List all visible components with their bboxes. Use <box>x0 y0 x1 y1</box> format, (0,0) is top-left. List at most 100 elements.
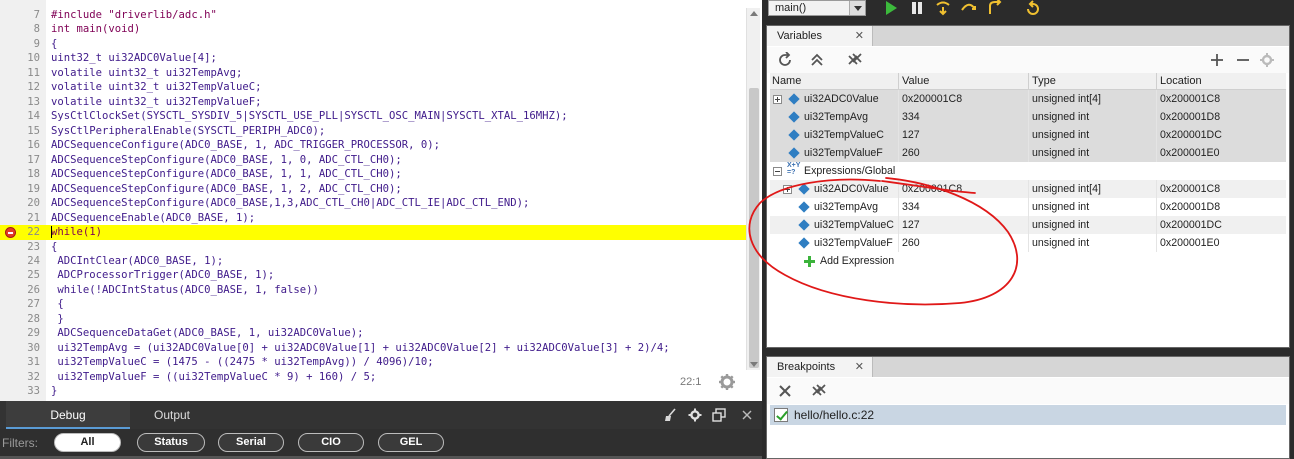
code-line[interactable]: 22 while(1) <box>0 225 746 240</box>
code-line[interactable]: 8 int main(void) <box>0 22 746 36</box>
add-expression-label[interactable]: Add Expression <box>820 252 894 270</box>
column-type[interactable]: Type <box>1032 75 1056 87</box>
remove-all-icon[interactable] <box>811 383 827 399</box>
code-line[interactable]: 17 ADCSequenceStepConfigure(ADC0_BASE, 1,… <box>0 153 746 167</box>
close-icon[interactable] <box>740 408 754 422</box>
variable-row[interactable]: ui32TempValueC 127 unsigned int 0x200001DC <box>770 126 1286 144</box>
variable-type: unsigned int <box>1032 147 1090 159</box>
line-number: 13 <box>27 95 40 108</box>
variable-value[interactable]: 127 <box>902 216 1026 234</box>
variable-value[interactable]: 0x200001C8 <box>902 90 1026 108</box>
gear-icon[interactable] <box>688 408 702 422</box>
code-line[interactable]: 26 while(!ADCIntStatus(ADC0_BASE, 1, fal… <box>0 283 746 297</box>
collapse-all-icon[interactable] <box>809 52 825 68</box>
column-location[interactable]: Location <box>1160 75 1202 87</box>
suspend-icon[interactable] <box>908 0 926 16</box>
maximize-icon[interactable] <box>712 408 726 422</box>
variable-row[interactable]: ui32TempValueF 260 unsigned int 0x200001E0 <box>770 234 1286 252</box>
code-line[interactable]: 20 ADCSequenceStepConfigure(ADC0_BASE,1,3… <box>0 196 746 210</box>
variable-icon <box>798 237 810 249</box>
variable-row[interactable]: ui32TempValueF 260 unsigned int 0x200001E0 <box>770 144 1286 162</box>
refresh-icon[interactable] <box>777 52 793 68</box>
close-icon[interactable]: ✕ <box>855 357 864 377</box>
code-line[interactable]: 21 ADCSequenceEnable(ADC0_BASE, 1); <box>0 211 746 225</box>
code-line[interactable]: 19 ADCSequenceStepConfigure(ADC0_BASE, 1,… <box>0 182 746 196</box>
column-name[interactable]: Name <box>772 75 801 87</box>
code-line[interactable]: 25 ADCProcessorTrigger(ADC0_BASE, 1); <box>0 268 746 282</box>
variable-value[interactable]: 0x200001C8 <box>902 180 1026 198</box>
code-line[interactable]: 31 ui32TempValueC = (1475 - ((2475 * ui3… <box>0 355 746 369</box>
code-line[interactable]: 11 volatile uint32_t ui32TempAvg; <box>0 66 746 80</box>
remove-all-icon[interactable] <box>847 52 863 68</box>
minus-icon[interactable] <box>1235 52 1251 68</box>
resume-icon[interactable] <box>882 0 900 16</box>
tab-debug[interactable]: Debug <box>6 401 130 429</box>
variable-value[interactable]: 334 <box>902 198 1026 216</box>
variable-row[interactable]: ui32TempAvg 334 unsigned int 0x200001D8 <box>770 108 1286 126</box>
breakpoint-item[interactable]: hello/hello.c:22 <box>770 405 1286 425</box>
filter-gel-button[interactable]: GEL <box>378 433 444 452</box>
chevron-down-icon[interactable] <box>849 1 865 15</box>
code-line[interactable]: 9{ <box>0 37 746 51</box>
context-select[interactable]: main() <box>768 0 866 16</box>
expressions-group-row[interactable]: X+Y =? Expressions/Global <box>770 162 1286 180</box>
filter-serial-button[interactable]: Serial <box>218 433 284 452</box>
filter-status-button[interactable]: Status <box>137 433 205 452</box>
variable-value[interactable]: 334 <box>902 108 1026 126</box>
tab-output[interactable]: Output <box>124 401 220 429</box>
variable-value[interactable]: 260 <box>902 144 1026 162</box>
column-value[interactable]: Value <box>902 75 929 87</box>
code-line[interactable]: 23 { <box>0 240 746 254</box>
variable-row[interactable]: ui32ADC0Value 0x200001C8 unsigned int[4] 0x… <box>770 90 1286 108</box>
close-icon[interactable]: ✕ <box>855 26 864 46</box>
variable-value[interactable]: 260 <box>902 234 1026 252</box>
code-line[interactable]: 10 uint32_t ui32ADC0Value[4]; <box>0 51 746 65</box>
code-line[interactable]: 14 SysCtlClockSet(SYSCTL_SYSDIV_5|SYSCTL_… <box>0 109 746 123</box>
tab-breakpoints[interactable]: Breakpoints ✕ <box>767 357 873 377</box>
variable-row[interactable]: ui32TempAvg 334 unsigned int 0x200001D8 <box>770 198 1286 216</box>
add-expression-row[interactable]: Add Expression <box>770 252 1286 270</box>
code-line[interactable]: 15 SysCtlPeripheralEnable(SYSCTL_PERIPH_A… <box>0 124 746 138</box>
code-line[interactable]: 33} <box>0 384 746 398</box>
group-label: Expressions/Global <box>804 165 896 177</box>
code-text: while(!ADCIntStatus(ADC0_BASE, 1, false)… <box>51 283 319 296</box>
restart-icon[interactable] <box>1024 0 1042 16</box>
code-line[interactable]: 12 volatile uint32_t ui32TempValueC; <box>0 80 746 94</box>
step-into-icon[interactable] <box>934 0 952 16</box>
code-line[interactable]: 7 #include "driverlib/adc.h" <box>0 8 746 22</box>
code-line[interactable]: 30 ui32TempAvg = (ui32ADC0Value[0] + ui3… <box>0 341 746 355</box>
step-return-icon[interactable] <box>986 0 1004 16</box>
expand-icon[interactable] <box>783 185 792 194</box>
filter-cio-button[interactable]: CIO <box>298 433 364 452</box>
scrollbar-thumb[interactable] <box>749 88 759 368</box>
scroll-up-icon[interactable] <box>750 11 758 16</box>
variable-value[interactable]: 127 <box>902 126 1026 144</box>
broom-icon[interactable] <box>664 408 678 422</box>
gear-icon[interactable] <box>718 373 736 391</box>
add-expression-icon[interactable] <box>804 256 815 267</box>
gear-icon[interactable] <box>1259 52 1275 68</box>
code-line[interactable]: 24 ADCIntClear(ADC0_BASE, 1); <box>0 254 746 268</box>
scroll-down-icon[interactable] <box>750 362 758 367</box>
collapse-icon[interactable] <box>773 167 782 176</box>
code-line[interactable]: 16 ADCSequenceConfigure(ADC0_BASE, 1, ADC… <box>0 138 746 152</box>
add-icon[interactable] <box>1209 52 1225 68</box>
code-line[interactable]: 29 ADCSequenceDataGet(ADC0_BASE, 1, ui32… <box>0 326 746 340</box>
code-line[interactable]: 32 ui32TempValueF = ((ui32TempValueC * 9… <box>0 370 746 384</box>
step-over-icon[interactable] <box>960 0 978 16</box>
filter-all-button[interactable]: All <box>54 433 121 452</box>
code-line[interactable]: 28 } <box>0 312 746 326</box>
expand-icon[interactable] <box>773 95 782 104</box>
variable-row[interactable]: ui32TempValueC 127 unsigned int 0x200001DC <box>770 216 1286 234</box>
breakpoint-enabled-checkbox[interactable] <box>774 408 788 422</box>
code-line[interactable]: 27 { <box>0 297 746 311</box>
code-line[interactable]: 13 volatile uint32_t ui32TempValueF; <box>0 95 746 109</box>
code-line[interactable]: 18 ADCSequenceStepConfigure(ADC0_BASE, 1,… <box>0 167 746 181</box>
variable-location: 0x200001E0 <box>1160 237 1220 249</box>
editor-vertical-scrollbar[interactable] <box>746 8 760 370</box>
remove-icon[interactable] <box>777 383 793 399</box>
code-text: ADCSequenceConfigure(ADC0_BASE, 1, ADC_T… <box>51 139 441 152</box>
tab-variables[interactable]: Variables ✕ <box>767 26 873 46</box>
variable-row[interactable]: ui32ADC0Value 0x200001C8 unsigned int[4] 0x… <box>770 180 1286 198</box>
code-editor[interactable]: 7 #include "driverlib/adc.h" 8 int main(voi… <box>0 0 762 401</box>
